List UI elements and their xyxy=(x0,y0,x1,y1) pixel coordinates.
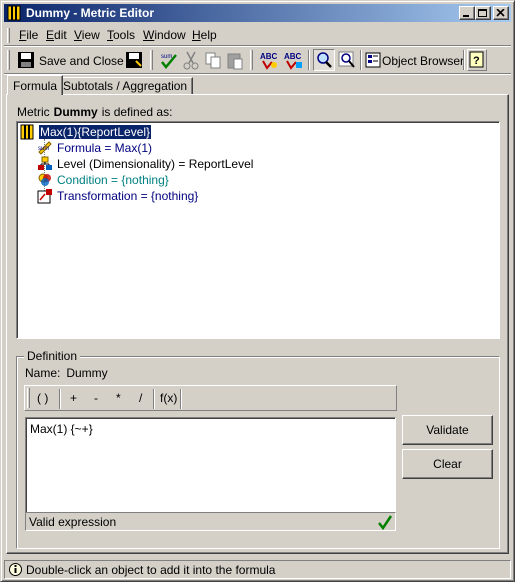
metric-definition-label: Metric Dummy is defined as: xyxy=(17,105,172,119)
minimize-button[interactable] xyxy=(459,6,475,20)
level-icon xyxy=(38,156,52,170)
status-bar: Double-click an object to add it into th… xyxy=(4,560,511,579)
svg-text:sum: sum xyxy=(161,54,172,60)
validation-status: Valid expression xyxy=(29,515,117,529)
svg-text:sum: sum xyxy=(38,146,49,152)
save-and-close-button[interactable]: Save and Close xyxy=(15,49,124,71)
object-browser-label: Object Browser xyxy=(382,54,465,68)
toolbar-grip-3[interactable] xyxy=(250,50,253,70)
paste-button[interactable] xyxy=(225,49,245,71)
menu-grip[interactable] xyxy=(7,28,10,43)
status-text: Double-click an object to add it into th… xyxy=(26,563,276,577)
save-button[interactable] xyxy=(123,49,145,71)
zoom-grid-icon xyxy=(338,51,355,68)
metric-name: Dummy xyxy=(53,105,98,119)
tab-formula[interactable]: Formula xyxy=(7,75,64,95)
window-title: Dummy - Metric Editor xyxy=(26,6,155,20)
title-bar[interactable]: Dummy - Metric Editor xyxy=(4,4,511,22)
menu-window[interactable]: Window xyxy=(143,28,186,42)
operator-separator-3 xyxy=(180,389,182,409)
info-icon xyxy=(9,563,22,576)
metric-prefix: Metric xyxy=(17,105,50,119)
transformation-icon xyxy=(37,189,52,204)
paste-icon xyxy=(227,53,243,70)
menu-bar: File Edit View Tools Window Help xyxy=(4,25,511,45)
metric-tree[interactable]: Max(1){ReportLevel} sum Formula = Max(1)… xyxy=(16,121,500,339)
save-icon xyxy=(18,52,34,68)
maximize-icon xyxy=(478,9,487,17)
definition-name-row: Name: Dummy xyxy=(25,366,108,380)
tree-root-label: Max(1){ReportLevel} xyxy=(37,124,153,140)
toolbar-separator-3 xyxy=(463,50,465,70)
minus-button[interactable]: - xyxy=(94,391,98,405)
name-label: Name: xyxy=(25,366,61,380)
object-browser-icon xyxy=(365,52,381,68)
parentheses-button[interactable]: ( ) xyxy=(37,391,48,405)
cut-icon xyxy=(183,51,199,70)
multiply-button[interactable]: * xyxy=(116,391,121,405)
close-button[interactable] xyxy=(493,6,509,20)
formula-text: Max(1) {~+} xyxy=(30,422,93,436)
spelling-button[interactable]: ABC xyxy=(258,49,280,71)
toolbar: Save and Close sum ABC ABC Object Browse… xyxy=(4,47,511,73)
operator-separator-2 xyxy=(153,389,155,409)
svg-text:?: ? xyxy=(473,55,480,67)
save-and-close-label: Save and Close xyxy=(39,54,124,68)
valid-check-icon xyxy=(378,515,393,530)
zoom-grid-button[interactable] xyxy=(337,49,357,71)
operator-toolbar: ( ) + - * / f(x) xyxy=(24,385,397,411)
menu-file[interactable]: File xyxy=(19,28,38,42)
clear-button[interactable]: Clear xyxy=(402,449,493,479)
operator-toolbar-grip[interactable] xyxy=(27,388,30,408)
zoom-button[interactable] xyxy=(313,49,335,71)
tree-item-condition-label: Condition = {nothing} xyxy=(57,173,169,187)
abc-check-icon: ABC xyxy=(284,52,302,70)
copy-button[interactable] xyxy=(203,49,223,71)
validate-button[interactable]: Validate xyxy=(402,415,493,445)
menu-help[interactable]: Help xyxy=(192,28,217,42)
menu-tools[interactable]: Tools xyxy=(107,28,135,42)
condition-icon xyxy=(38,173,51,186)
metric-icon xyxy=(20,124,34,140)
spelling-check-button[interactable]: ABC xyxy=(282,49,304,71)
sum-check-button[interactable]: sum xyxy=(158,49,180,71)
toolbar-separator xyxy=(308,50,310,70)
definition-group-title: Definition xyxy=(24,349,81,363)
save-as-icon xyxy=(126,52,142,68)
name-value: Dummy xyxy=(66,366,108,380)
cut-button[interactable] xyxy=(181,49,201,71)
object-browser-button[interactable]: Object Browser xyxy=(364,49,464,71)
abc-icon: ABC xyxy=(260,52,278,70)
toolbar-grip[interactable] xyxy=(7,50,10,70)
tree-item-transformation-label: Transformation = {nothing} xyxy=(57,189,199,203)
metric-editor-window: Dummy - Metric Editor File Edit View Too… xyxy=(0,0,515,582)
toolbar-grip-2[interactable] xyxy=(150,50,153,70)
toolbar-separator-2 xyxy=(360,50,362,70)
svg-text:ABC: ABC xyxy=(260,52,278,61)
metric-editor-app-icon xyxy=(7,5,21,21)
menu-view[interactable]: View xyxy=(74,28,100,42)
operator-separator xyxy=(59,389,61,409)
divide-button[interactable]: / xyxy=(139,391,142,405)
tree-item-level-label: Level (Dimensionality) = ReportLevel xyxy=(57,157,254,171)
svg-text:ABC: ABC xyxy=(284,52,302,61)
formula-icon: sum xyxy=(38,141,52,155)
metric-suffix: is defined as: xyxy=(101,105,173,119)
help-button[interactable]: ? xyxy=(467,49,487,71)
copy-icon xyxy=(205,52,221,69)
toolbar-separator-line xyxy=(4,73,511,75)
close-icon xyxy=(496,9,505,17)
function-button[interactable]: f(x) xyxy=(160,391,177,405)
validation-status-bar: Valid expression xyxy=(25,512,396,531)
help-icon: ? xyxy=(469,51,484,68)
maximize-button[interactable] xyxy=(475,6,491,20)
minimize-icon xyxy=(463,15,469,17)
tree-item-formula-label: Formula = Max(1) xyxy=(57,141,153,155)
sum-check-icon: sum xyxy=(161,54,177,69)
plus-button[interactable]: + xyxy=(70,391,77,405)
zoom-icon xyxy=(317,52,332,68)
menu-edit[interactable]: Edit xyxy=(46,28,67,42)
tab-subtotals-aggregation[interactable]: Subtotals / Aggregation xyxy=(57,77,194,94)
